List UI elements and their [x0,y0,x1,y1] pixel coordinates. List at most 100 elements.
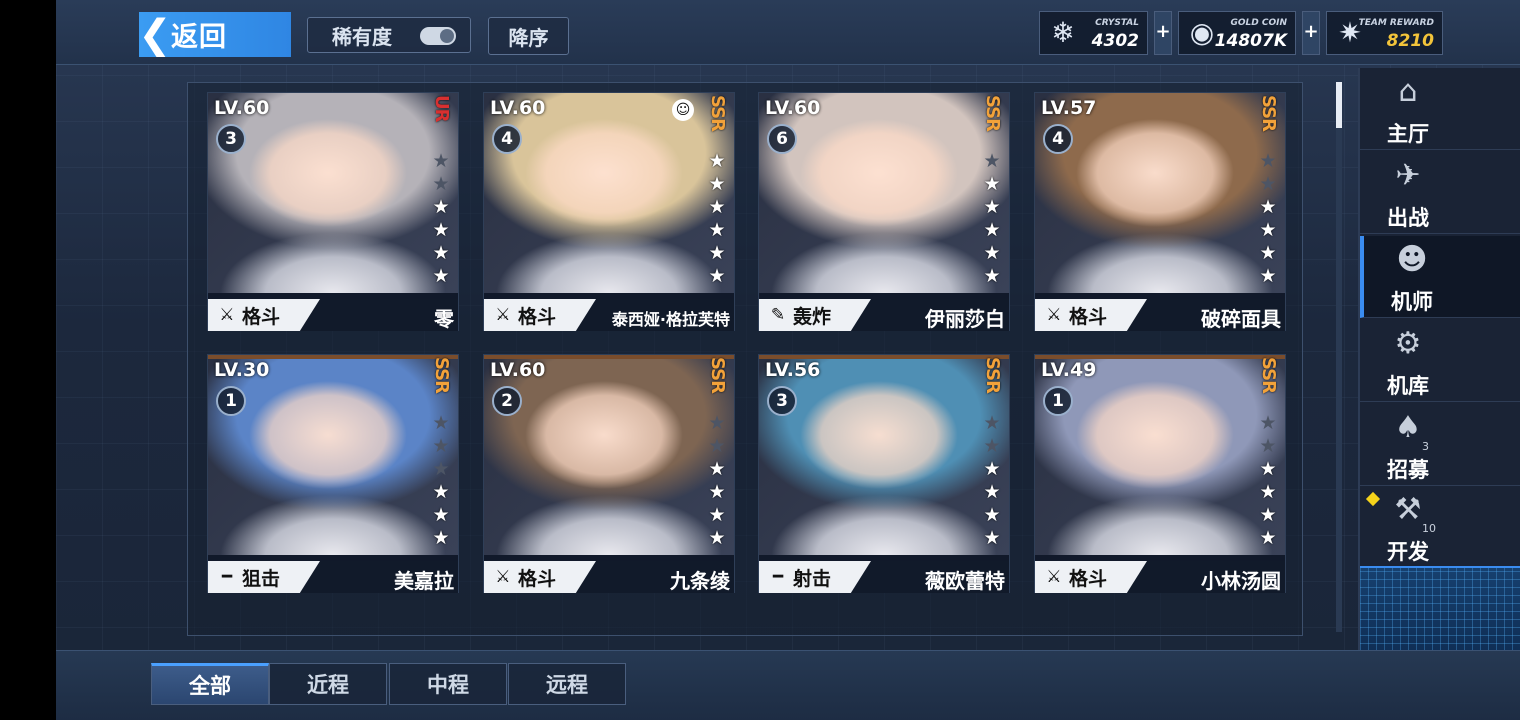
top-bar: ❮ 返回 稀有度 降序 ❄ CRYSTAL 4302 + ◉ GOLD COIN… [56,0,1520,65]
pilot-portrait [208,355,458,555]
pilot-portrait [759,355,1009,555]
nav-item-hall[interactable]: ⌂ 主厅 [1360,68,1520,150]
tab-range[interactable]: 近程 [269,663,387,705]
rarity-sort-button[interactable]: 稀有度 [307,17,471,53]
star-icon: ★ [1259,481,1277,503]
hall-icon: ⌂ [1398,74,1418,109]
pilot-name: 零 [434,307,454,331]
team-reward-value: 8210 [1386,31,1434,51]
gold-coin-label: GOLD COIN [1230,18,1287,28]
star-icon: ★ [1259,242,1277,264]
gold-add-button[interactable]: + [1302,11,1320,55]
card-footer: ⚔ 格斗 零 [208,299,458,331]
pilot-level: LV.60 [765,97,821,119]
rarity-rank: SSR [982,95,1003,131]
role-tag: ━ 狙击 [208,561,320,593]
pilot-card[interactable]: LV.60 6 SSR ★ ★ ★ ★ ★ ★ ✎ 轰炸 伊丽莎白 [758,92,1010,331]
star-icon: ★ [983,265,1001,287]
star-rating: ★ ★ ★ ★ ★ ★ [430,413,452,549]
star-icon: ★ [983,219,1001,241]
skin-icon[interactable]: ☺ [672,99,694,121]
pilot-card[interactable]: LV.57 4 SSR ★ ★ ★ ★ ★ ★ ⚔ 格斗 破碎面具 [1034,92,1286,331]
minimap[interactable] [1360,566,1520,652]
nav-item-sortie[interactable]: ✈ 出战 [1360,152,1520,234]
tab-range[interactable]: 全部 [151,663,269,705]
card-footer: ━ 狙击 美嘉拉 [208,561,458,593]
hangar-icon: ⚙ [1394,326,1422,361]
rarity-label: 稀有度 [332,24,392,49]
star-icon: ★ [983,435,1001,457]
card-footer: ⚔ 格斗 小林汤圆 [1035,561,1285,593]
nav-label: 主厅 [1387,122,1429,146]
gold-coin-value: 14807K [1214,31,1287,51]
star-icon: ★ [708,458,726,480]
star-icon: ★ [708,150,726,172]
star-icon: ★ [1259,527,1277,549]
pilot-card[interactable]: LV.30 1 SSR ★ ★ ★ ★ ★ ★ ━ 狙击 美嘉拉 [207,354,459,593]
star-rating: ★ ★ ★ ★ ★ ★ [981,413,1003,549]
scroll-thumb[interactable] [1336,82,1342,128]
star-icon: ★ [432,412,450,434]
back-button[interactable]: ❮ 返回 [139,12,291,57]
game-screen: ❮ 返回 稀有度 降序 ❄ CRYSTAL 4302 + ◉ GOLD COIN… [56,0,1520,720]
tab-range[interactable]: 远程 [508,663,626,705]
back-label: 返回 [171,22,227,53]
role-tag: ⚔ 格斗 [1035,561,1147,593]
pilot-card[interactable]: LV.60 2 SSR ★ ★ ★ ★ ★ ★ ⚔ 格斗 九条绫 [483,354,735,593]
star-icon: ★ [708,242,726,264]
sortie-icon: ✈ [1395,158,1421,193]
star-rating: ★ ★ ★ ★ ★ ★ [981,151,1003,287]
star-icon: ★ [983,504,1001,526]
pilot-portrait [208,93,458,293]
scrollbar[interactable] [1336,82,1342,632]
rarity-rank: SSR [431,357,452,393]
gold-coin-counter: ◉ GOLD COIN 14807K [1178,11,1296,55]
role-label: 轰炸 [793,305,832,328]
pilot-level: LV.60 [490,97,546,119]
crystal-add-button[interactable]: + [1154,11,1172,55]
order-label: 降序 [508,25,549,50]
star-icon: ★ [708,504,726,526]
pilot-level: LV.60 [214,97,270,119]
role-label: 格斗 [242,305,281,328]
bottom-tab-bar: 全部 近程 中程 远程 [56,650,1520,720]
star-icon: ★ [983,242,1001,264]
star-icon: ★ [708,265,726,287]
star-icon: ★ [432,150,450,172]
role-label: 格斗 [518,305,557,328]
pilot-name: 美嘉拉 [394,569,454,593]
nav-label: 出战 [1387,206,1429,230]
pilot-name: 小林汤圆 [1201,569,1281,593]
star-icon: ★ [432,458,450,480]
tab-range[interactable]: 中程 [389,663,507,705]
crossed-swords-icon: ⚔ [1046,567,1062,587]
star-icon: ★ [1259,435,1277,457]
star-icon: ★ [983,481,1001,503]
pilot-card[interactable]: LV.60 4 SSR ☺ ★ ★ ★ ★ ★ ★ ⚔ 格斗 泰西娅·格拉芙特 [483,92,735,331]
nav-item-recruit-card[interactable]: ♠ 3 招募 [1360,404,1520,486]
crossed-swords-icon: ⚔ [495,305,511,325]
pilot-awaken-badge: 4 [492,124,522,154]
star-icon: ★ [1259,150,1277,172]
card-footer: ⚔ 格斗 九条绫 [484,561,734,593]
recruit-card-icon: ♠ [1394,410,1422,445]
pilot-card[interactable]: LV.60 3 UR ★ ★ ★ ★ ★ ★ ⚔ 格斗零 [207,92,459,331]
role-tag: ⚔ 格斗 [484,299,596,331]
star-icon: ★ [983,412,1001,434]
nav-label: 招募 [1387,458,1429,482]
pilot-card[interactable]: LV.49 1 SSR ★ ★ ★ ★ ★ ★ ⚔ 格斗 小林汤圆 [1034,354,1286,593]
pilot-name: 伊丽莎白 [925,307,1005,331]
star-icon: ★ [983,150,1001,172]
star-icon: ★ [983,527,1001,549]
role-label: 格斗 [1069,567,1108,590]
pilot-name: 薇欧蕾特 [925,569,1005,593]
order-button[interactable]: 降序 [488,17,569,55]
star-icon: ★ [1259,504,1277,526]
team-reward-counter: ✷ TEAM REWARD 8210 [1326,11,1443,55]
nav-item-hangar[interactable]: ⚙ 机库 [1360,320,1520,402]
crossed-swords-icon: ⚔ [219,305,235,325]
role-tag: ━ 射击 [759,561,871,593]
pilot-card[interactable]: LV.56 3 SSR ★ ★ ★ ★ ★ ★ ━ 射击 薇欧蕾特 [758,354,1010,593]
nav-item-pilot[interactable]: ☻ 机师 [1360,236,1520,318]
nav-item-develop-gear[interactable]: ⚒ 10 开发 [1360,486,1520,568]
